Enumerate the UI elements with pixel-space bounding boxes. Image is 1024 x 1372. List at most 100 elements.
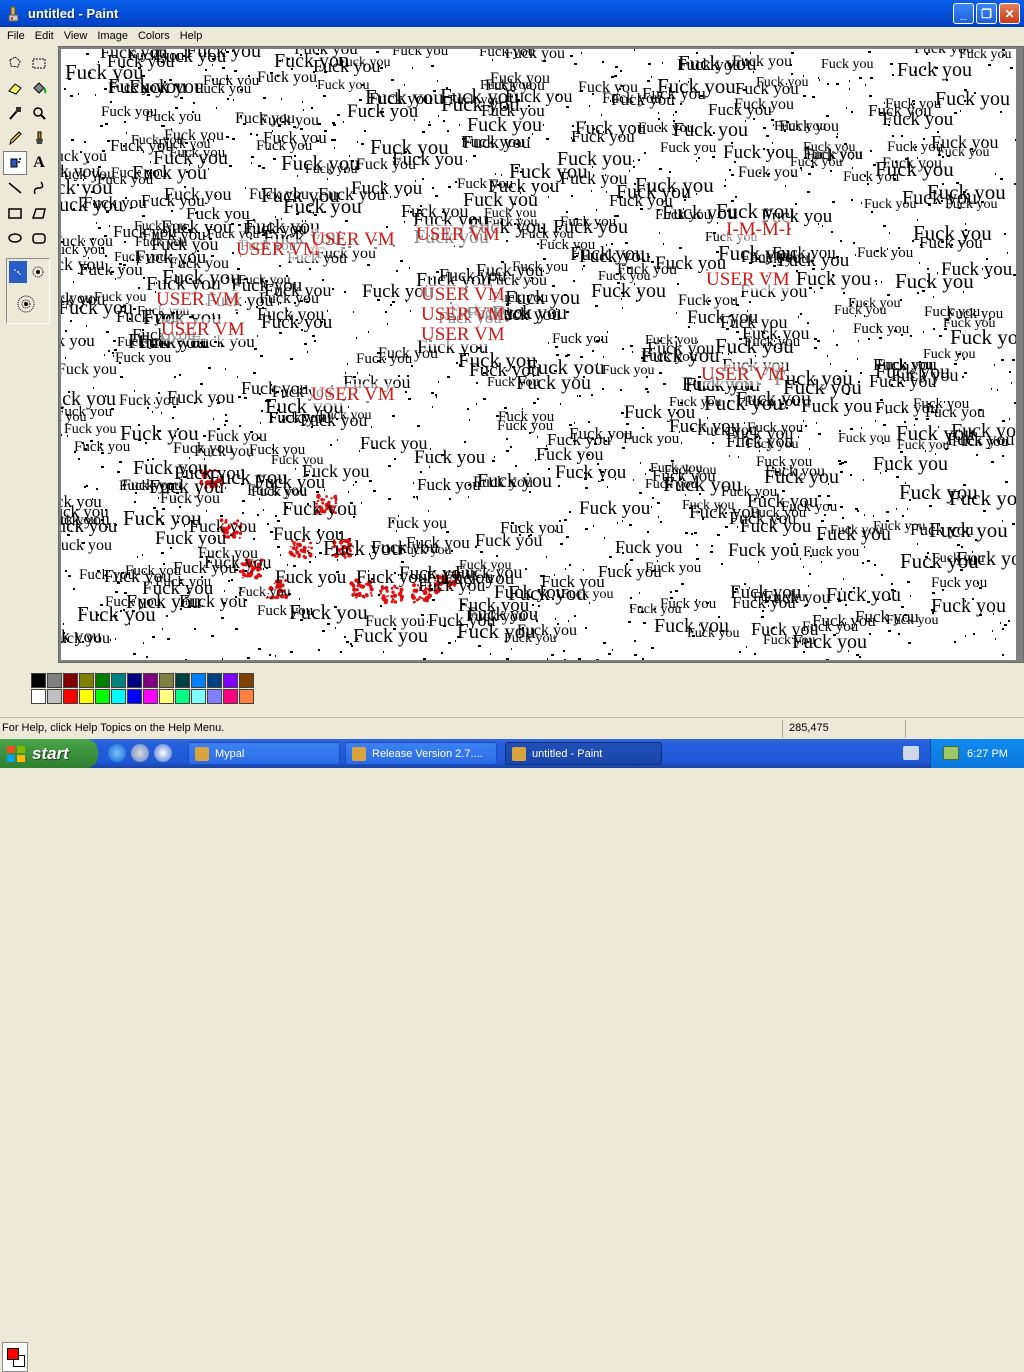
palette-swatch[interactable] xyxy=(191,689,206,704)
palette-swatch[interactable] xyxy=(79,689,94,704)
canvas-red-mm-label: I-M-M-I xyxy=(726,219,792,241)
pencil-icon xyxy=(9,131,22,146)
pick-color-tool[interactable] xyxy=(3,101,27,125)
task-label: Mypal xyxy=(215,747,245,760)
menu-edit[interactable]: Edit xyxy=(30,30,59,42)
polygon-tool[interactable] xyxy=(27,201,51,225)
airbrush-tool[interactable] xyxy=(3,151,27,175)
airbrush-medium-option[interactable] xyxy=(29,261,47,283)
canvas-scribble-text: Fuck you xyxy=(629,602,682,617)
airbrush-large-option[interactable] xyxy=(13,291,39,317)
canvas-scribble-text: Fuck you xyxy=(571,127,635,146)
palette-swatch[interactable] xyxy=(239,673,254,688)
palette-swatch[interactable] xyxy=(127,673,142,688)
task-release-version[interactable]: Release Version 2.7.... xyxy=(345,742,497,765)
rounded-rectangle-tool[interactable] xyxy=(27,226,51,250)
canvas-scribble-text: Fuck you xyxy=(756,75,809,90)
palette-swatch[interactable] xyxy=(159,689,174,704)
canvas-scribble-text: Fuck you xyxy=(541,572,605,591)
fill-tool[interactable] xyxy=(27,76,51,100)
canvas-scribble-text: Fuck you xyxy=(61,194,123,216)
free-form-select-tool[interactable] xyxy=(3,51,27,75)
eraser-icon xyxy=(8,83,22,95)
start-button[interactable]: start xyxy=(0,739,98,768)
palette-swatch[interactable] xyxy=(143,673,158,688)
task-untitled-paint[interactable]: untitled - Paint xyxy=(505,742,662,765)
canvas-scribble-text: Fuck you xyxy=(652,466,716,485)
palette-swatch[interactable] xyxy=(63,689,78,704)
palette-swatch[interactable] xyxy=(47,689,62,704)
palette-swatch[interactable] xyxy=(111,689,126,704)
fill-icon xyxy=(33,82,47,94)
canvas-scribble-text: Fuck you xyxy=(370,135,449,159)
palette-swatch[interactable] xyxy=(239,689,254,704)
airbrush-small-option[interactable] xyxy=(9,261,27,283)
eraser-tool[interactable] xyxy=(3,76,27,100)
palette-swatch[interactable] xyxy=(159,673,174,688)
palette-swatch[interactable] xyxy=(31,689,46,704)
palette-swatch[interactable] xyxy=(79,673,94,688)
rectangle-tool[interactable] xyxy=(3,201,27,225)
palette-swatch[interactable] xyxy=(207,689,222,704)
palette-swatch[interactable] xyxy=(175,689,190,704)
brush-tool[interactable] xyxy=(27,126,51,150)
menu-colors[interactable]: Colors xyxy=(133,30,175,42)
canvas-scribble-text: Fuck you xyxy=(61,630,110,647)
canvas-scribble-text: Fuck you xyxy=(481,101,545,120)
maximize-button[interactable]: ❐ xyxy=(976,3,997,24)
palette-swatch[interactable] xyxy=(95,673,110,688)
close-button[interactable]: ✕ xyxy=(999,3,1020,24)
canvas-scribble-text: Fuck you xyxy=(635,173,714,197)
palette-swatch[interactable] xyxy=(31,673,46,688)
palette-swatch[interactable] xyxy=(47,673,62,688)
palette-swatch[interactable] xyxy=(63,673,78,688)
canvas-red-label: USER VM xyxy=(701,364,785,386)
task-mypal[interactable]: Mypal xyxy=(188,742,340,765)
minimize-button[interactable]: _ xyxy=(953,3,974,24)
network-icon[interactable] xyxy=(943,746,959,760)
canvas-scribble-text: Fuck you xyxy=(830,523,883,538)
canvas-scribble-text: Fuck you xyxy=(895,269,974,293)
menu-view[interactable]: View xyxy=(59,30,93,42)
menu-file[interactable]: File xyxy=(2,30,30,42)
palette-swatch[interactable] xyxy=(95,689,110,704)
magnifier-tool[interactable] xyxy=(27,101,51,125)
current-colors[interactable] xyxy=(2,1342,28,1372)
canvas-scribble-text: Fuck you xyxy=(728,540,800,561)
curve-tool[interactable] xyxy=(27,176,51,200)
media-player-icon[interactable] xyxy=(154,744,172,762)
palette-swatch[interactable] xyxy=(175,673,190,688)
palette-swatch[interactable] xyxy=(127,689,142,704)
menu-image[interactable]: Image xyxy=(92,30,133,42)
ellipse-tool[interactable] xyxy=(3,226,27,250)
palette-swatch[interactable] xyxy=(207,673,222,688)
drawing-canvas[interactable]: Fuck you Fuck you Fuck you Fuck you Fuck you… xyxy=(61,49,1016,660)
canvas-scribble-text: Fuck you xyxy=(579,498,651,519)
select-icon xyxy=(32,58,46,69)
title-bar[interactable]: untitled - Paint _ ❐ ✕ xyxy=(0,0,1024,27)
palette-swatch[interactable] xyxy=(191,673,206,688)
internet-explorer-icon[interactable] xyxy=(108,744,126,762)
canvas-scribble-text: Fuck you xyxy=(369,89,433,108)
palette-swatch[interactable] xyxy=(223,689,238,704)
canvas-scribble-text: Fuck you xyxy=(466,608,526,625)
canvas-scribble-text: Fuck you xyxy=(882,109,954,130)
paint-app-icon[interactable] xyxy=(6,6,22,22)
airbrush-size-options xyxy=(6,258,50,324)
select-tool[interactable] xyxy=(27,51,51,75)
pencil-tool[interactable] xyxy=(3,126,27,150)
keyboard-icon[interactable] xyxy=(903,746,919,760)
canvas-scribble-text: Fuck you xyxy=(457,176,514,192)
palette-swatch[interactable] xyxy=(223,673,238,688)
canvas-scribble-text: Fuck you xyxy=(949,486,1016,510)
canvas-scribble-text: Fuck you xyxy=(932,551,985,566)
line-tool[interactable] xyxy=(3,176,27,200)
canvas-scribble-text: Fuck you xyxy=(750,505,807,521)
canvas-red-label: USER VM xyxy=(311,229,395,251)
palette-swatch[interactable] xyxy=(143,689,158,704)
menu-help[interactable]: Help xyxy=(175,30,208,42)
canvas-scribble-text: Fuck you xyxy=(677,55,741,74)
media-icon[interactable] xyxy=(131,744,149,762)
text-tool[interactable]: A xyxy=(27,151,51,175)
palette-swatch[interactable] xyxy=(111,673,126,688)
